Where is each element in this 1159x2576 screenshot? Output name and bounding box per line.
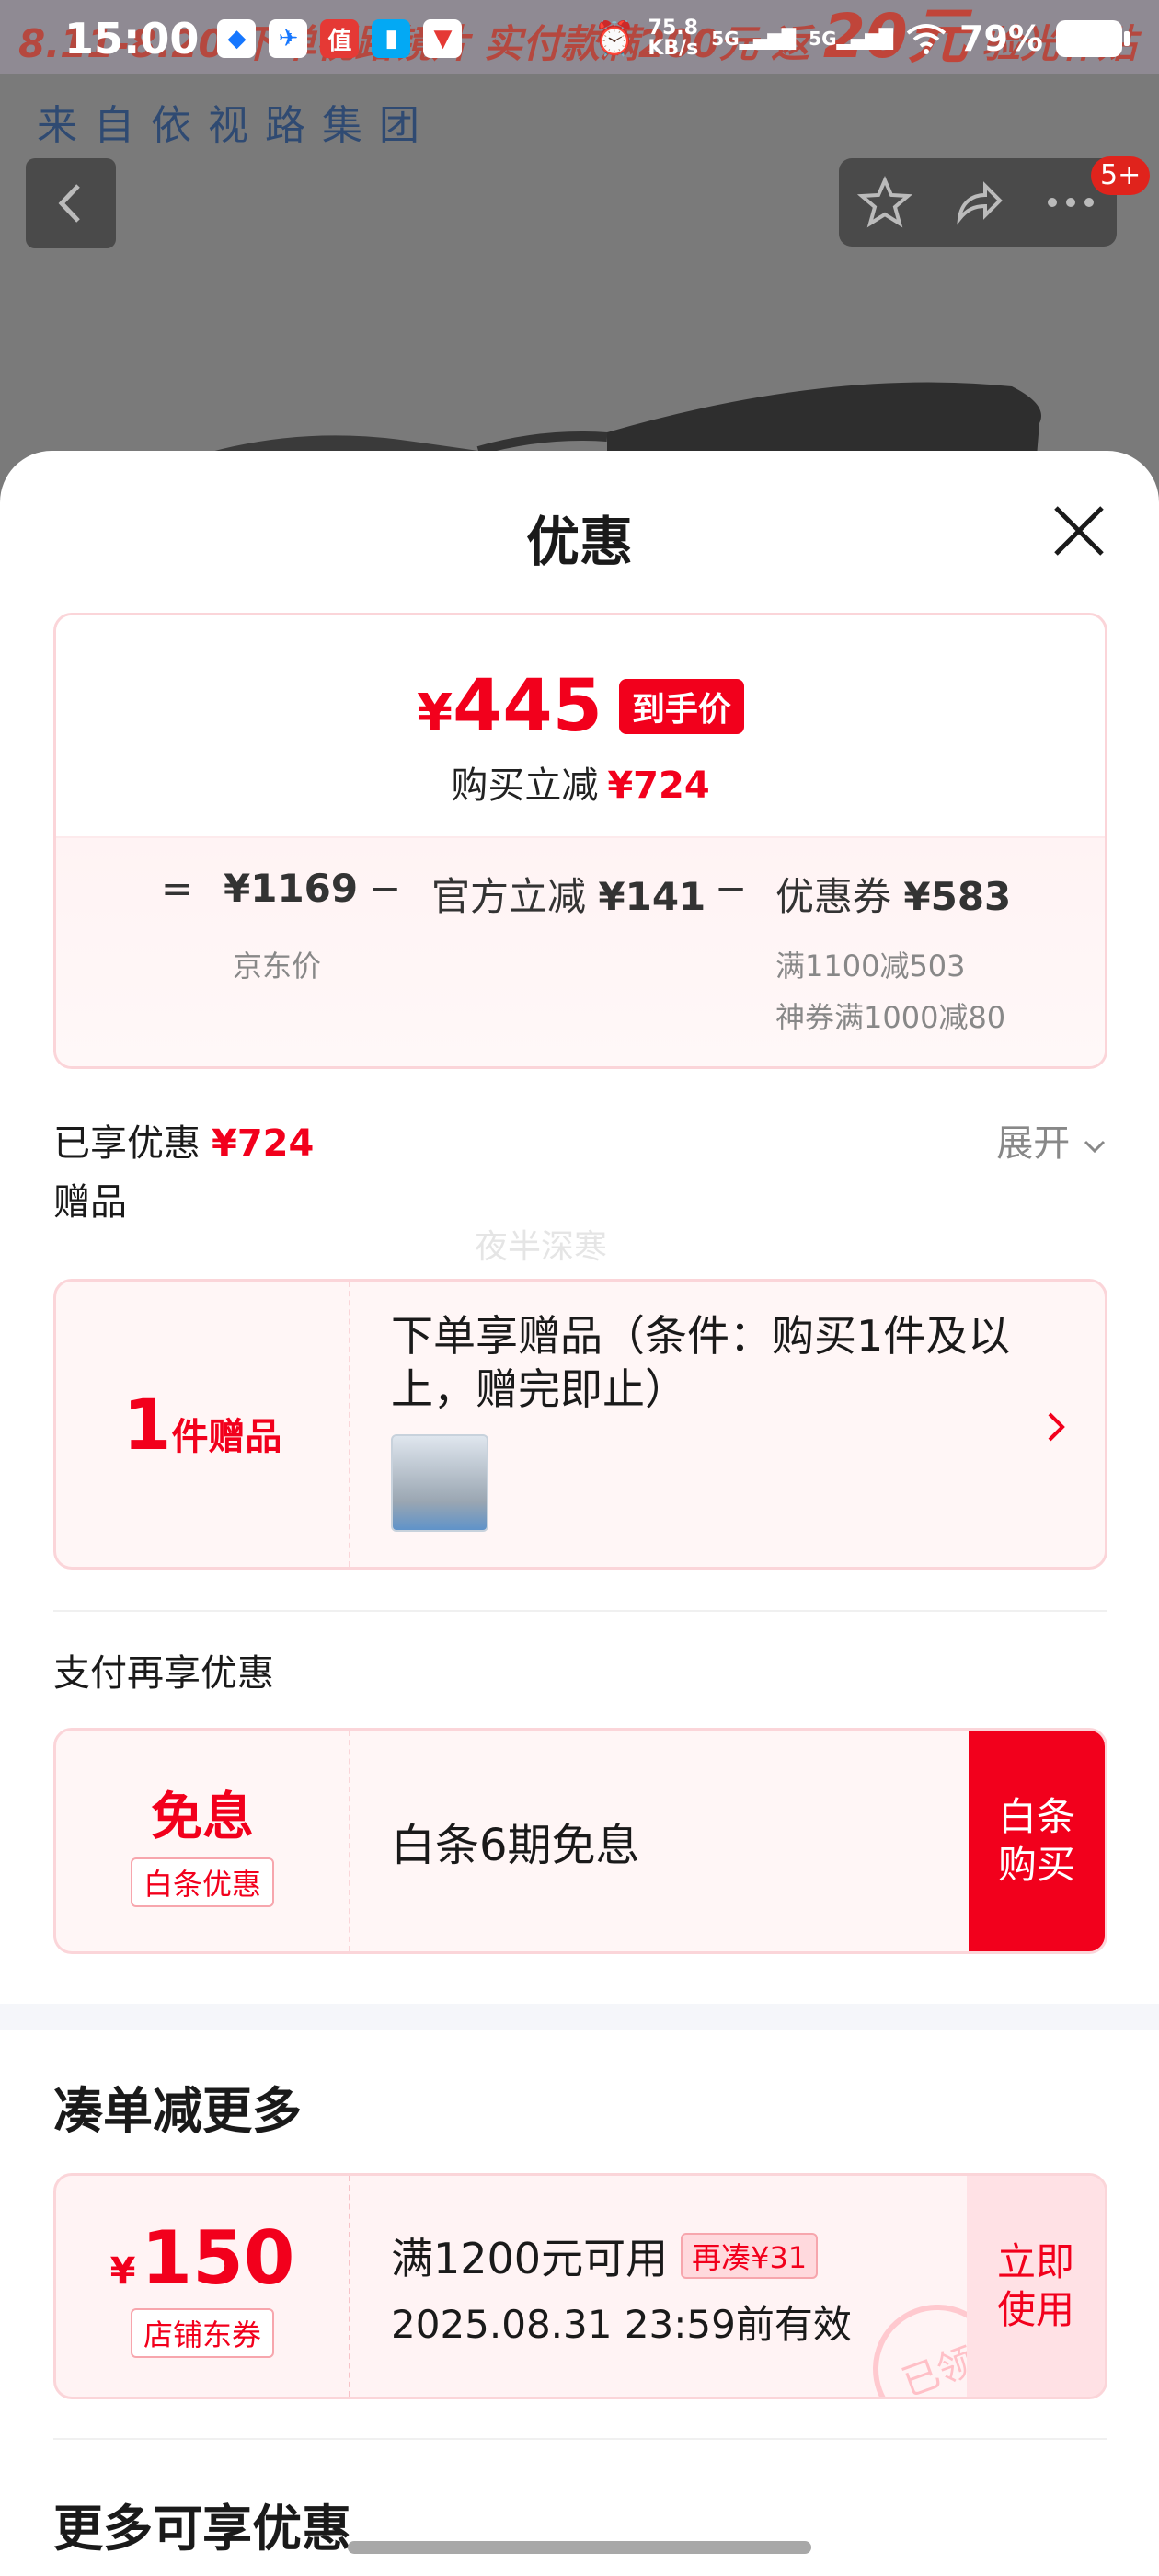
- reduce-line: 购买立减 ¥724: [451, 765, 710, 807]
- gift-count: 1 件赠品: [122, 1383, 282, 1466]
- baitiao-tag: 白条优惠: [130, 1857, 274, 1907]
- app-notification-icon: ✈: [269, 19, 308, 58]
- interest-free-label: 免息: [151, 1787, 254, 1847]
- gift-section-label: 赠品: [53, 1181, 127, 1224]
- signal-1-icon: 5G▂▄▆█: [711, 28, 797, 50]
- gift-thumbnail: [391, 1434, 488, 1532]
- chevron-right-icon: [1048, 1412, 1065, 1442]
- notification-badge: 5+: [1091, 156, 1151, 195]
- watermark: 夜半深寒: [475, 1228, 608, 1266]
- gift-description: 下单享赠品（条件：购买1件及以上，赠完即止）: [391, 1311, 1011, 1414]
- expand-toggle[interactable]: 展开: [996, 1113, 1107, 1167]
- chevron-left-icon: [58, 184, 80, 223]
- coupon-condition: 满1200元可用 再凑¥31: [391, 2225, 819, 2286]
- share-icon[interactable]: [950, 175, 1005, 230]
- status-right: ⏰ 75.8 KB/s 5G▂▄▆█ 5G▂▄▆█ 79%: [593, 17, 1130, 60]
- battery-icon: [1056, 20, 1130, 57]
- discount-sheet: 优惠 ¥445 到手价 购买立减 ¥724 = ¥1169 − 官方立减 ¥141…: [0, 451, 1159, 2576]
- divider: [53, 1610, 1107, 1612]
- app-notification-icon: ▮: [372, 19, 411, 58]
- star-icon[interactable]: [857, 175, 913, 230]
- app-notification-icon: ◆: [217, 19, 257, 58]
- final-price-tag: 到手价: [618, 679, 744, 734]
- use-now-button[interactable]: 立即使用: [967, 2176, 1105, 2397]
- baitiao-card: 免息 白条优惠 白条6期免息 白条购买: [53, 1728, 1107, 1954]
- coupon-discount: 优惠券 ¥583: [775, 874, 1012, 919]
- final-price: ¥445: [417, 665, 602, 748]
- status-bar: 15:00 ◆ ✈ 值 ▮ ▼ ⏰ 75.8 KB/s 5G▂▄▆█ 5G▂▄▆…: [0, 0, 1159, 77]
- divider: [53, 2438, 1107, 2440]
- network-speed: 75.8 KB/s: [648, 17, 699, 60]
- alarm-icon: ⏰: [593, 20, 636, 58]
- close-icon[interactable]: [1049, 500, 1109, 561]
- top-actions: [839, 158, 1117, 247]
- price-card: ¥445 到手价 购买立减 ¥724 = ¥1169 − 官方立减 ¥141 − …: [53, 613, 1107, 1069]
- coupon-amount-block: ¥150 店铺东券: [56, 2176, 350, 2397]
- gift-card[interactable]: 1 件赠品 下单享赠品（条件：购买1件及以上，赠完即止）: [53, 1279, 1107, 1570]
- wifi-icon: [906, 24, 947, 54]
- shop-coupon-card: ¥150 店铺东券 满1200元可用 再凑¥31 2025.08.31 23:5…: [53, 2173, 1107, 2399]
- official-discount: 官方立减 ¥141: [431, 874, 706, 919]
- more-icon[interactable]: [1043, 193, 1098, 212]
- jd-price: ¥1169: [224, 866, 359, 911]
- interest-free-block: 免息 白条优惠: [56, 1731, 350, 1951]
- product-page-background: 8.11-8.20 下单视路镜片 实付款满200元 返 20元 验光补贴 来自依…: [0, 0, 1159, 515]
- app-notification-icon: 值: [320, 19, 360, 58]
- sheet-title: 优惠: [525, 511, 633, 573]
- minus-sign: −: [715, 866, 748, 911]
- more-discount-title: 凑单减更多: [53, 2082, 302, 2140]
- baitiao-buy-button[interactable]: 白条购买: [969, 1731, 1105, 1951]
- pay-section-label: 支付再享优惠: [53, 1652, 274, 1695]
- jd-price-label: 京东价: [233, 949, 322, 983]
- price-breakdown: = ¥1169 − 官方立减 ¥141 − 优惠券 ¥583 京东价 满1100…: [56, 836, 1105, 1066]
- app-notification-icon: ▼: [423, 19, 463, 58]
- signal-2-icon: 5G▂▄▆█: [809, 28, 894, 50]
- notification-icons: ◆ ✈ 值 ▮ ▼: [217, 19, 463, 58]
- installment-text: 白条6期免息: [391, 1820, 640, 1871]
- battery-percent: 79%: [959, 18, 1043, 59]
- gift-count-block: 1 件赠品: [56, 1282, 350, 1567]
- back-button[interactable]: [26, 158, 116, 248]
- add-more-pill: 再凑¥31: [681, 2233, 819, 2279]
- minus-sign: −: [369, 866, 402, 911]
- section-band: [0, 2004, 1159, 2030]
- home-indicator[interactable]: [348, 2541, 811, 2554]
- chevron-down-icon: [1084, 1140, 1106, 1154]
- final-price-section: ¥445 到手价 购买立减 ¥724: [56, 615, 1105, 836]
- coupon-detail: 神券满1000减80: [775, 1000, 1006, 1035]
- more-benefit-title: 更多可享优惠: [53, 2500, 351, 2558]
- coupon-detail: 满1100减503: [775, 949, 966, 983]
- coupon-type-tag: 店铺东券: [130, 2307, 274, 2358]
- enjoyed-discount: 已享优惠 ¥724: [53, 1122, 315, 1165]
- status-time: 15:00: [64, 14, 200, 63]
- equals-sign: =: [161, 866, 194, 911]
- coupon-validity: 2025.08.31 23:59前有效: [391, 2302, 852, 2347]
- coupon-amount: ¥150: [109, 2214, 295, 2301]
- brand-line: 来自依视路集团: [37, 102, 436, 149]
